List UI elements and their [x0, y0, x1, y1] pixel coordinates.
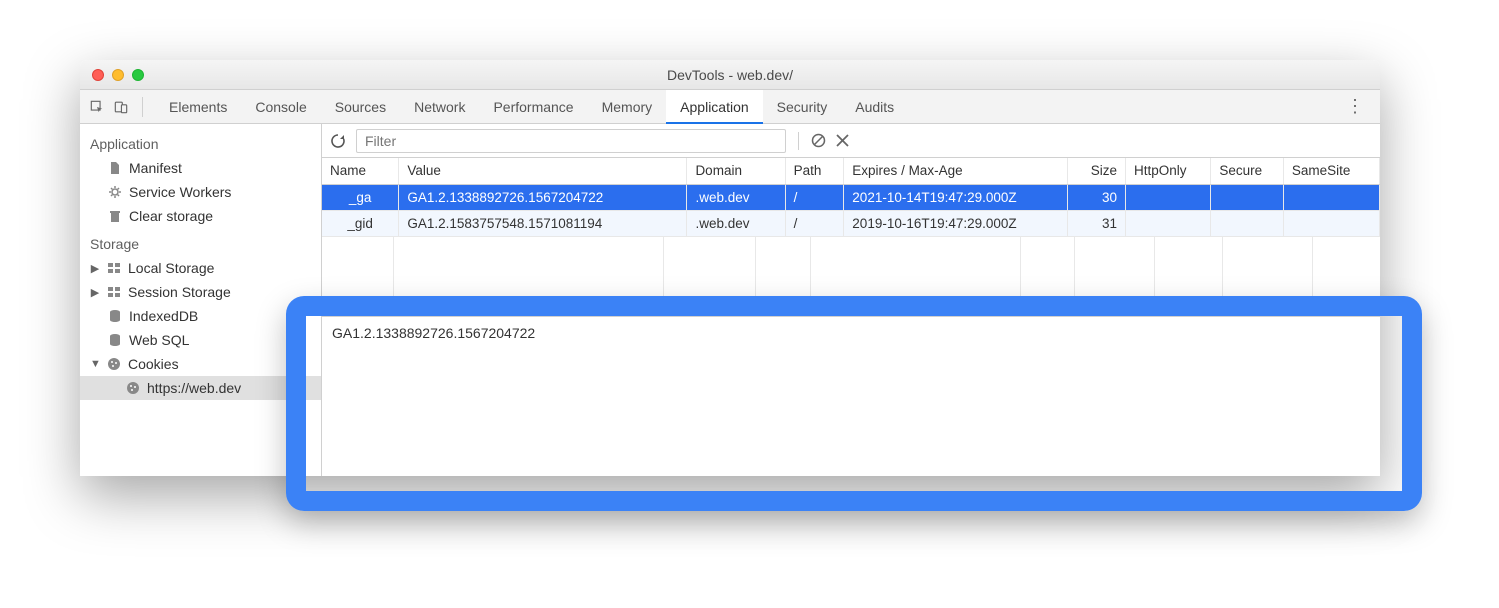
sidebar-item-cookies[interactable]: ▼ Cookies	[80, 352, 321, 376]
cell-httponly	[1125, 184, 1210, 210]
cell-value: GA1.2.1338892726.1567204722	[399, 184, 687, 210]
sidebar-item-manifest[interactable]: Manifest	[80, 156, 321, 180]
devtools-window: DevTools - web.dev/ ElementsConsoleSourc…	[80, 60, 1380, 476]
grid-icon	[107, 285, 121, 299]
cell-name: _ga	[322, 184, 399, 210]
col-value[interactable]: Value	[399, 158, 687, 184]
cookie-row[interactable]: _gidGA1.2.1583757548.1571081194.web.dev/…	[322, 210, 1380, 236]
window-title: DevTools - web.dev/	[80, 67, 1380, 83]
sidebar-item-session-storage[interactable]: ▶ Session Storage	[80, 280, 321, 304]
sidebar-section-storage: Storage	[80, 228, 321, 256]
cell-value: GA1.2.1583757548.1571081194	[399, 210, 687, 236]
sidebar-item-label: Local Storage	[128, 260, 214, 276]
cell-httponly	[1125, 210, 1210, 236]
titlebar: DevTools - web.dev/	[80, 60, 1380, 90]
application-sidebar: Application Manifest Service Workers Clear …	[80, 124, 322, 476]
trash-icon	[108, 209, 122, 223]
cookie-detail-value: GA1.2.1338892726.1567204722	[332, 325, 535, 341]
sidebar-item-label: Service Workers	[129, 184, 231, 200]
tab-sources[interactable]: Sources	[321, 90, 400, 124]
cell-expires: 2021-10-14T19:47:29.000Z	[844, 184, 1068, 210]
cookie-detail-pane: GA1.2.1338892726.1567204722	[322, 317, 1380, 477]
separator	[798, 132, 799, 150]
cookies-toolbar	[322, 124, 1380, 158]
delete-icon[interactable]	[836, 134, 849, 147]
tab-elements[interactable]: Elements	[155, 90, 241, 124]
inspect-icon[interactable]	[90, 100, 104, 114]
col-httponly[interactable]: HttpOnly	[1125, 158, 1210, 184]
empty-cols	[322, 237, 1380, 316]
cookies-content: NameValueDomainPathExpires / Max-AgeSize…	[322, 124, 1380, 476]
cell-path: /	[785, 184, 844, 210]
cookies-table[interactable]: NameValueDomainPathExpires / Max-AgeSize…	[322, 158, 1380, 237]
cookies-table-header-row: NameValueDomainPathExpires / Max-AgeSize…	[322, 158, 1380, 184]
cell-domain: .web.dev	[687, 184, 785, 210]
cell-secure	[1211, 210, 1284, 236]
col-name[interactable]: Name	[322, 158, 399, 184]
db-icon	[108, 333, 122, 347]
cell-path: /	[785, 210, 844, 236]
cell-name: _gid	[322, 210, 399, 236]
sidebar-item-label: Session Storage	[128, 284, 231, 300]
cookie-row[interactable]: _gaGA1.2.1338892726.1567204722.web.dev/2…	[322, 184, 1380, 210]
grid-icon	[107, 261, 121, 275]
cell-expires: 2019-10-16T19:47:29.000Z	[844, 210, 1068, 236]
filter-input[interactable]	[356, 129, 786, 153]
cookie-icon	[107, 357, 121, 371]
sidebar-item-clear-storage[interactable]: Clear storage	[80, 204, 321, 228]
cell-samesite	[1283, 210, 1379, 236]
sidebar-item-indexeddb[interactable]: IndexedDB	[80, 304, 321, 328]
disclosure-triangle-icon[interactable]: ▶	[90, 286, 100, 299]
col-domain[interactable]: Domain	[687, 158, 785, 184]
cell-domain: .web.dev	[687, 210, 785, 236]
window-controls	[80, 69, 144, 81]
sidebar-item-local-storage[interactable]: ▶ Local Storage	[80, 256, 321, 280]
disclosure-triangle-icon[interactable]: ▶	[90, 262, 100, 275]
cell-size: 30	[1068, 184, 1126, 210]
sidebar-item-label: Cookies	[128, 356, 179, 372]
col-expires-max-age[interactable]: Expires / Max-Age	[844, 158, 1068, 184]
col-size[interactable]: Size	[1068, 158, 1126, 184]
main-area: Application Manifest Service Workers Clear …	[80, 124, 1380, 476]
more-menu-icon[interactable]: ⋮	[1346, 96, 1370, 117]
cookies-table-body: _gaGA1.2.1338892726.1567204722.web.dev/2…	[322, 184, 1380, 236]
reload-icon[interactable]	[330, 133, 346, 149]
gear-icon	[108, 185, 122, 199]
sidebar-item-label: Manifest	[129, 160, 182, 176]
col-secure[interactable]: Secure	[1211, 158, 1284, 184]
empty-rows-area	[322, 237, 1380, 317]
devtools-tabbar: ElementsConsoleSourcesNetworkPerformance…	[80, 90, 1380, 124]
sidebar-item-label: Web SQL	[129, 332, 189, 348]
sidebar-item-web-sql[interactable]: Web SQL	[80, 328, 321, 352]
tab-network[interactable]: Network	[400, 90, 479, 124]
close-window-button[interactable]	[92, 69, 104, 81]
cell-secure	[1211, 184, 1284, 210]
col-path[interactable]: Path	[785, 158, 844, 184]
db-icon	[108, 309, 122, 323]
tab-console[interactable]: Console	[241, 90, 320, 124]
cookie-icon	[126, 381, 140, 395]
cookies-table-wrap: NameValueDomainPathExpires / Max-AgeSize…	[322, 158, 1380, 317]
sidebar-item-https-web-dev[interactable]: https://web.dev	[80, 376, 321, 400]
sidebar-item-label: IndexedDB	[129, 308, 198, 324]
sidebar-section-application: Application	[80, 128, 321, 156]
device-toggle-icon[interactable]	[114, 100, 128, 114]
clear-all-icon[interactable]	[811, 133, 826, 148]
sidebar-item-label: https://web.dev	[147, 380, 241, 396]
tab-performance[interactable]: Performance	[479, 90, 587, 124]
sidebar-item-service-workers[interactable]: Service Workers	[80, 180, 321, 204]
minimize-window-button[interactable]	[112, 69, 124, 81]
tab-audits[interactable]: Audits	[841, 90, 908, 124]
maximize-window-button[interactable]	[132, 69, 144, 81]
file-icon	[108, 161, 122, 175]
disclosure-triangle-icon[interactable]: ▼	[90, 358, 100, 370]
cell-size: 31	[1068, 210, 1126, 236]
tab-memory[interactable]: Memory	[588, 90, 667, 124]
col-samesite[interactable]: SameSite	[1283, 158, 1379, 184]
tab-security[interactable]: Security	[763, 90, 842, 124]
cell-samesite	[1283, 184, 1379, 210]
panel-tabs: ElementsConsoleSourcesNetworkPerformance…	[155, 90, 908, 124]
tab-application[interactable]: Application	[666, 90, 763, 124]
sidebar-item-label: Clear storage	[129, 208, 213, 224]
